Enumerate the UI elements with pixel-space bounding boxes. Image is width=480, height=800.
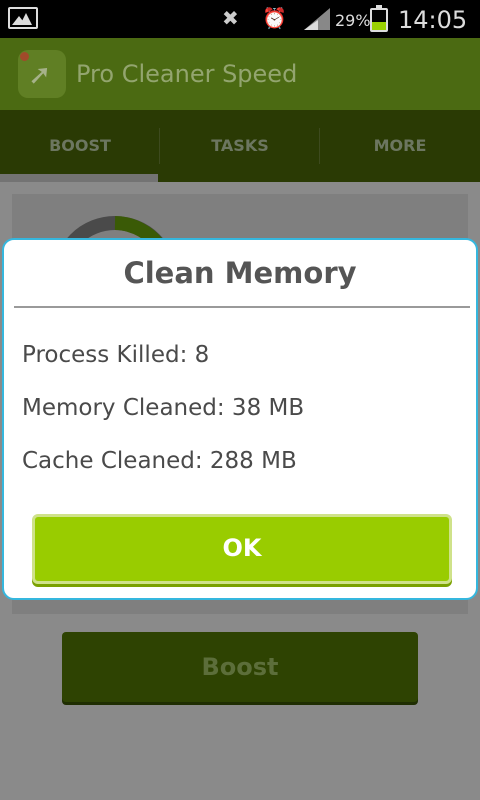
battery-percent: 29% [335, 11, 371, 30]
dialog-title: Clean Memory [123, 256, 357, 290]
rocket-icon[interactable]: ➚ [18, 50, 66, 98]
battery-icon [370, 5, 388, 32]
ok-button[interactable]: OK [32, 514, 452, 584]
clock-time: 14:05 [398, 6, 468, 34]
app-bar: ➚ Pro Cleaner Speed [0, 38, 480, 110]
tab-boost[interactable]: BOOST [0, 110, 160, 182]
dialog-divider [14, 306, 470, 308]
memory-cleaned-text: Memory Cleaned: 38 MB [22, 395, 305, 421]
gallery-icon [8, 7, 38, 29]
app-title: Pro Cleaner Speed [76, 60, 298, 88]
tab-tasks[interactable]: TASKS [160, 110, 320, 182]
cache-cleaned-text: Cache Cleaned: 288 MB [22, 448, 297, 474]
clean-memory-dialog: Clean Memory Process Killed: 8 Memory Cl… [2, 238, 478, 600]
signal-icon [304, 8, 330, 30]
alarm-icon: ⏰ [262, 6, 287, 30]
tab-more[interactable]: MORE [320, 110, 480, 182]
status-bar: ✖ ⏰ 29% 14:05 [0, 0, 480, 38]
tab-selected-indicator [0, 174, 158, 182]
boost-button[interactable]: Boost [62, 632, 418, 702]
process-killed-text: Process Killed: 8 [22, 342, 210, 368]
mute-icon: ✖ [222, 6, 239, 30]
tab-bar: BOOST TASKS MORE [0, 110, 480, 182]
